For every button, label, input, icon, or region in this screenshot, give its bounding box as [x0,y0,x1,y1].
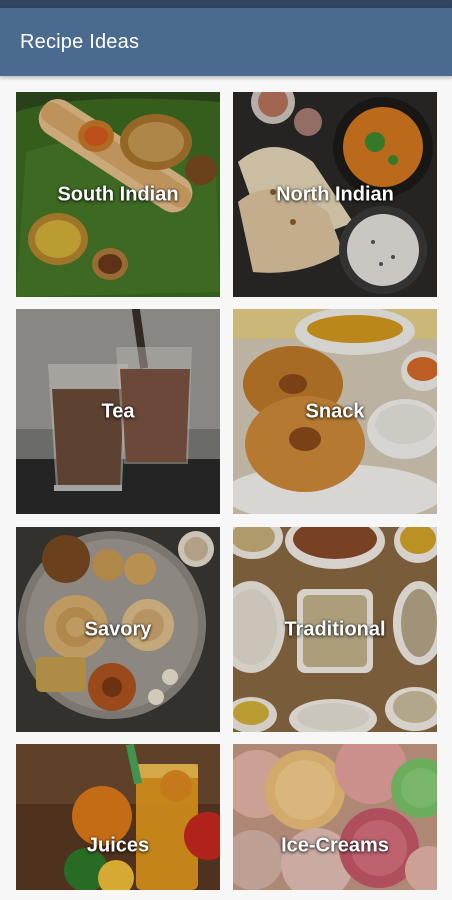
category-label: Tea [101,400,135,422]
category-grid: South Indian North Indian Tea Snack Savo… [0,76,452,900]
category-label: Ice-Creams [281,834,389,857]
category-tile-traditional[interactable]: Traditional [233,527,437,732]
category-tile-tea[interactable]: Tea [16,309,220,514]
category-label: North Indian [276,183,394,205]
category-label: South Indian [57,183,179,205]
app-bar: Recipe Ideas [0,8,452,76]
category-tile-south-indian[interactable]: South Indian [16,92,220,297]
category-label: Juices [86,834,150,857]
category-tile-north-indian[interactable]: North Indian [233,92,437,297]
category-label: Traditional [284,618,386,640]
category-tile-ice-creams[interactable]: Ice-Creams [233,744,437,890]
category-label: Snack [305,400,365,422]
category-tile-juices[interactable]: Juices [16,744,220,890]
status-bar [0,0,452,8]
category-label: Savory [84,618,152,640]
app-title: Recipe Ideas [20,30,140,53]
category-tile-savory[interactable]: Savory [16,527,220,732]
category-tile-snack[interactable]: Snack [233,309,437,514]
